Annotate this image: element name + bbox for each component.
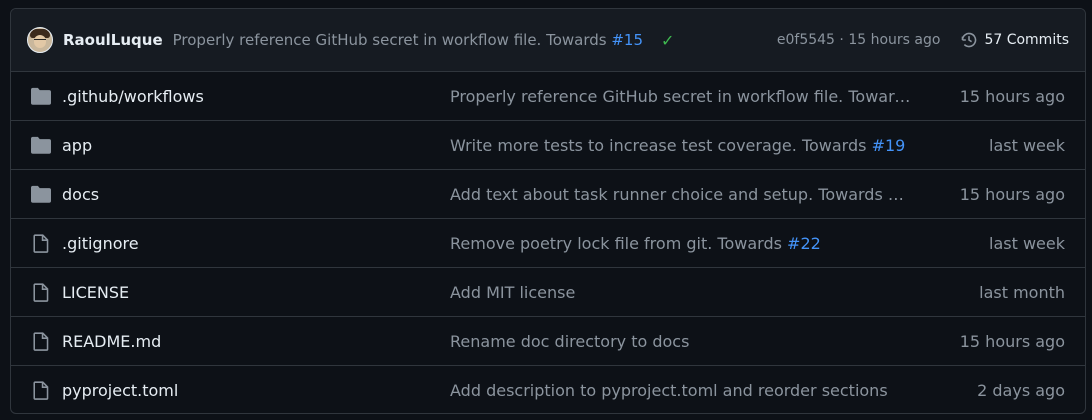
file-commit-time: last week: [989, 233, 1065, 253]
file-row[interactable]: LICENSE Add MIT license last month: [11, 268, 1085, 317]
file-row[interactable]: .github/workflows Properly reference GitH…: [11, 72, 1085, 121]
file-icon: [31, 233, 51, 253]
author-avatar[interactable]: [27, 27, 53, 53]
file-commit-message-text[interactable]: Rename doc directory to docs: [450, 332, 689, 351]
folder-icon: [31, 136, 51, 154]
file-commit-message[interactable]: Properly reference GitHub secret in work…: [450, 87, 916, 106]
latest-commit-message-text[interactable]: Properly reference GitHub secret in work…: [173, 31, 612, 49]
file-icon: [31, 381, 51, 400]
file-commit-time: 15 hours ago: [959, 184, 1065, 204]
file-commit-message-text[interactable]: Add MIT license: [450, 283, 575, 302]
file-commit-message-text[interactable]: Write more tests to increase test covera…: [450, 136, 872, 155]
history-icon: [962, 32, 977, 48]
file-commit-message[interactable]: Add description to pyproject.toml and re…: [450, 381, 916, 400]
file-name-link[interactable]: LICENSE: [62, 283, 450, 302]
folder-icon: [31, 87, 51, 105]
file-name-link[interactable]: .gitignore: [62, 234, 450, 253]
file-name-link[interactable]: app: [62, 136, 450, 155]
latest-commit-bar: RaoulLuque Properly reference GitHub sec…: [11, 9, 1085, 72]
file-name-link[interactable]: README.md: [62, 332, 450, 351]
commits-count: 57 Commits: [984, 32, 1069, 48]
file-row[interactable]: docs Add text about task runner choice an…: [11, 170, 1085, 219]
file-browser: RaoulLuque Properly reference GitHub sec…: [10, 8, 1086, 414]
file-commit-time: 15 hours ago: [959, 331, 1065, 351]
file-list: .github/workflows Properly reference GitH…: [11, 72, 1085, 413]
folder-icon: [31, 185, 51, 203]
latest-commit-issue-link[interactable]: #15: [611, 31, 643, 49]
file-commit-message[interactable]: Add MIT license: [450, 283, 916, 302]
file-name-link[interactable]: pyproject.toml: [62, 381, 450, 400]
file-commit-message-text[interactable]: Add text about task runner choice and se…: [450, 185, 904, 204]
commits-history-link[interactable]: 57 Commits: [960, 31, 1069, 49]
file-commit-time: last month: [979, 282, 1065, 302]
latest-commit-message[interactable]: Properly reference GitHub secret in work…: [173, 31, 643, 49]
file-commit-message-text[interactable]: Properly reference GitHub secret in work…: [450, 87, 916, 106]
file-icon: [31, 282, 51, 302]
file-row[interactable]: .gitignore Remove poetry lock file from g…: [11, 219, 1085, 268]
file-commit-message[interactable]: Rename doc directory to docs: [450, 332, 916, 351]
file-commit-time: last week: [989, 135, 1065, 155]
file-commit-message[interactable]: Add text about task runner choice and se…: [450, 185, 916, 204]
file-row[interactable]: pyproject.toml Add description to pyproje…: [11, 366, 1085, 413]
file-commit-message-text[interactable]: Add description to pyproject.toml and re…: [450, 381, 888, 400]
file-commit-issue-link[interactable]: #19: [872, 136, 906, 155]
file-commit-message[interactable]: Remove poetry lock file from git. Toward…: [450, 234, 916, 253]
commit-author-link[interactable]: RaoulLuque: [63, 31, 163, 49]
check-icon[interactable]: ✓: [661, 31, 674, 50]
file-row[interactable]: app Write more tests to increase test cov…: [11, 121, 1085, 170]
commit-sha-time[interactable]: e0f5545 · 15 hours ago: [777, 32, 941, 48]
file-name-link[interactable]: docs: [62, 185, 450, 204]
file-row[interactable]: README.md Rename doc directory to docs 15 …: [11, 317, 1085, 366]
file-commit-time: 15 hours ago: [959, 86, 1065, 106]
file-commit-issue-link[interactable]: #22: [787, 234, 821, 253]
file-commit-message[interactable]: Write more tests to increase test covera…: [450, 136, 916, 155]
file-commit-message-text[interactable]: Remove poetry lock file from git. Toward…: [450, 234, 787, 253]
file-name-link[interactable]: .github/workflows: [62, 87, 450, 106]
file-icon: [31, 331, 51, 351]
file-commit-time: 2 days ago: [977, 381, 1065, 400]
